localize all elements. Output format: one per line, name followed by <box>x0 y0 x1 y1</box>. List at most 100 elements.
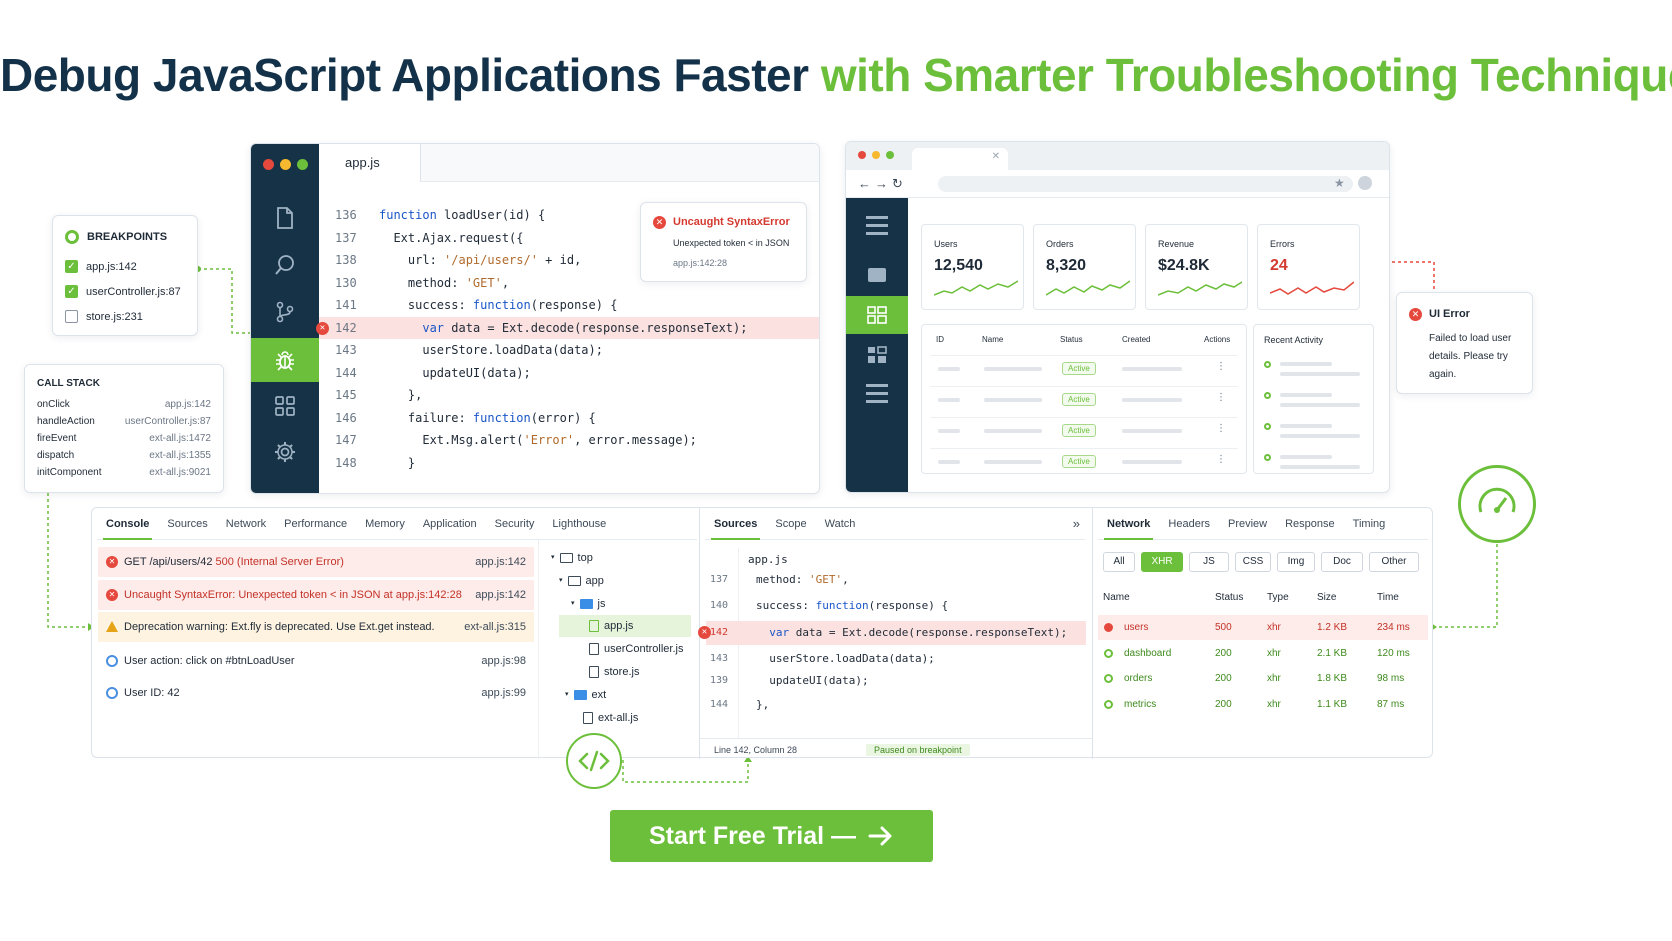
tab-application[interactable]: Application <box>414 508 486 540</box>
filter-img[interactable]: Img <box>1277 552 1315 572</box>
filter-xhr[interactable]: XHR <box>1141 552 1183 572</box>
tab-sources[interactable]: Sources <box>158 508 216 540</box>
maximize-dot-icon[interactable] <box>297 159 308 170</box>
console-source-link[interactable]: app.js:142 <box>475 547 526 577</box>
gear-icon[interactable] <box>251 430 319 474</box>
code-line[interactable]: 143 userStore.loadData(data); <box>319 339 819 361</box>
network-row[interactable]: metrics 200 xhr 1.1 KB 87 ms <box>1098 692 1428 717</box>
stack-frame[interactable]: handleAction userController.js:87 <box>37 416 211 433</box>
line-number[interactable]: 138 <box>335 249 371 271</box>
filter-js[interactable]: JS <box>1189 552 1229 572</box>
lock-icon[interactable] <box>868 268 886 282</box>
line-number[interactable]: 148 <box>335 452 371 474</box>
tab-timing[interactable]: Timing <box>1344 508 1395 540</box>
table-row[interactable]: Active ⋮ <box>930 355 1238 381</box>
checkbox-checked-icon[interactable]: ✓ <box>65 285 78 298</box>
console-row[interactable]: User ID: 42 app.js:99 <box>98 678 534 708</box>
console-source-link[interactable]: app.js:142 <box>475 580 526 610</box>
code-line[interactable]: 141 success: function(response) { <box>319 294 819 316</box>
filter-other[interactable]: Other <box>1369 552 1419 572</box>
line-number[interactable]: 144 <box>706 693 736 717</box>
file-icon[interactable] <box>251 196 319 240</box>
tab-app-js[interactable]: app.js <box>319 144 421 182</box>
console-row[interactable]: ✕ Uncaught SyntaxError: Unexpected token … <box>98 580 534 610</box>
code-line[interactable]: 147 Ext.Msg.alert('Error', error.message… <box>319 429 819 451</box>
close-dot-icon[interactable] <box>263 159 274 170</box>
expand-icon[interactable]: » <box>1073 516 1080 531</box>
close-dot-icon[interactable] <box>858 151 866 159</box>
line-number[interactable]: 147 <box>335 429 371 451</box>
tab-scope[interactable]: Scope <box>766 508 815 540</box>
line-number[interactable]: 136 <box>335 204 371 226</box>
tree-item-js[interactable]: ▾ js <box>571 593 605 615</box>
address-bar[interactable] <box>938 176 1353 192</box>
extensions-icon[interactable] <box>251 384 319 428</box>
network-row[interactable]: dashboard 200 xhr 2.1 KB 120 ms <box>1098 641 1428 666</box>
tab-network[interactable]: Network <box>1098 508 1159 540</box>
tab-memory[interactable]: Memory <box>356 508 414 540</box>
tree-item-top[interactable]: ▾ top <box>551 547 593 569</box>
line-number[interactable]: 139 <box>706 669 736 693</box>
close-tab-icon[interactable]: ✕ <box>992 151 1000 162</box>
code-line[interactable]: 142 var data = Ext.decode(response.respo… <box>316 316 819 339</box>
console-source-link[interactable]: app.js:98 <box>481 646 526 676</box>
minimize-dot-icon[interactable] <box>872 151 880 159</box>
stack-frame[interactable]: initComponent ext-all.js:9021 <box>37 467 211 484</box>
list-nav-icon[interactable] <box>866 384 888 403</box>
breakpoint-item[interactable]: store.js:231 <box>65 310 185 323</box>
line-number[interactable]: 142 <box>335 317 371 339</box>
error-location[interactable]: app.js:142:28 <box>673 258 727 268</box>
stack-frame[interactable]: onClick app.js:142 <box>37 399 211 416</box>
source-line[interactable]: 140 success: function(response) { <box>706 594 1086 618</box>
tab-lighthouse[interactable]: Lighthouse <box>543 508 615 540</box>
more-actions-icon[interactable]: ⋮ <box>1216 423 1226 434</box>
menu-icon[interactable] <box>1358 176 1372 190</box>
bug-icon[interactable] <box>251 338 319 382</box>
filter-all[interactable]: All <box>1103 552 1135 572</box>
console-source-link[interactable]: ext-all.js:315 <box>464 612 526 642</box>
line-number[interactable]: 130 <box>335 272 371 294</box>
filter-doc[interactable]: Doc <box>1321 552 1363 572</box>
more-actions-icon[interactable]: ⋮ <box>1216 392 1226 403</box>
nav-arrows-icon[interactable]: ←→↻ <box>858 176 907 192</box>
network-row[interactable]: orders 200 xhr 1.8 KB 98 ms <box>1098 666 1428 691</box>
tab-preview[interactable]: Preview <box>1219 508 1276 540</box>
tree-item-app[interactable]: ▾ app <box>559 570 604 592</box>
menu-lines-icon[interactable] <box>866 216 888 235</box>
code-line[interactable]: 146 failure: function(error) { <box>319 407 819 429</box>
network-row[interactable]: users 500 xhr 1.2 KB 234 ms <box>1098 615 1428 640</box>
code-line[interactable]: 145 }, <box>319 384 819 406</box>
search-icon[interactable] <box>251 243 319 287</box>
source-line[interactable]: 139 updateUI(data); <box>706 669 1086 693</box>
tab-headers[interactable]: Headers <box>1159 508 1219 540</box>
source-line[interactable]: 143 userStore.loadData(data); <box>706 647 1086 671</box>
checkbox-checked-icon[interactable]: ✓ <box>65 260 78 273</box>
tab-network[interactable]: Network <box>217 508 275 540</box>
line-number[interactable]: 146 <box>335 407 371 429</box>
console-row[interactable]: ✕ GET /api/users/42 500 (Internal Server … <box>98 547 534 577</box>
tab-watch[interactable]: Watch <box>816 508 865 540</box>
tab-console[interactable]: Console <box>97 508 158 540</box>
table-row[interactable]: Active ⋮ <box>930 386 1238 412</box>
stack-frame[interactable]: dispatch ext-all.js:1355 <box>37 450 211 467</box>
tree-item-ext[interactable]: ▾ ext <box>565 684 606 706</box>
star-icon[interactable]: ★ <box>1334 176 1345 190</box>
breakpoint-error-icon[interactable]: ✕ <box>316 321 329 335</box>
console-row[interactable]: User action: click on #btnLoadUser app.js… <box>98 646 534 676</box>
breakpoint-item[interactable]: ✓ app.js:142 <box>65 260 185 273</box>
more-actions-icon[interactable]: ⋮ <box>1216 361 1226 372</box>
table-row[interactable]: Active ⋮ <box>930 448 1238 474</box>
branch-icon[interactable] <box>251 290 319 334</box>
minimize-dot-icon[interactable] <box>280 159 291 170</box>
tree-item-store[interactable]: store.js <box>589 661 639 683</box>
tree-item-usercontroller[interactable]: userController.js <box>589 638 683 660</box>
line-number[interactable]: 141 <box>335 294 371 316</box>
checkbox-unchecked-icon[interactable] <box>65 310 78 323</box>
breakpoint-error-icon[interactable]: ✕ <box>698 626 711 639</box>
tab-performance[interactable]: Performance <box>275 508 356 540</box>
stack-frame[interactable]: fireEvent ext-all.js:1472 <box>37 433 211 450</box>
browser-tab[interactable]: ✕ <box>912 148 1008 170</box>
line-number[interactable]: 137 <box>335 227 371 249</box>
line-number[interactable]: 143 <box>335 339 371 361</box>
start-free-trial-button[interactable]: Start Free Trial — <box>610 810 933 862</box>
